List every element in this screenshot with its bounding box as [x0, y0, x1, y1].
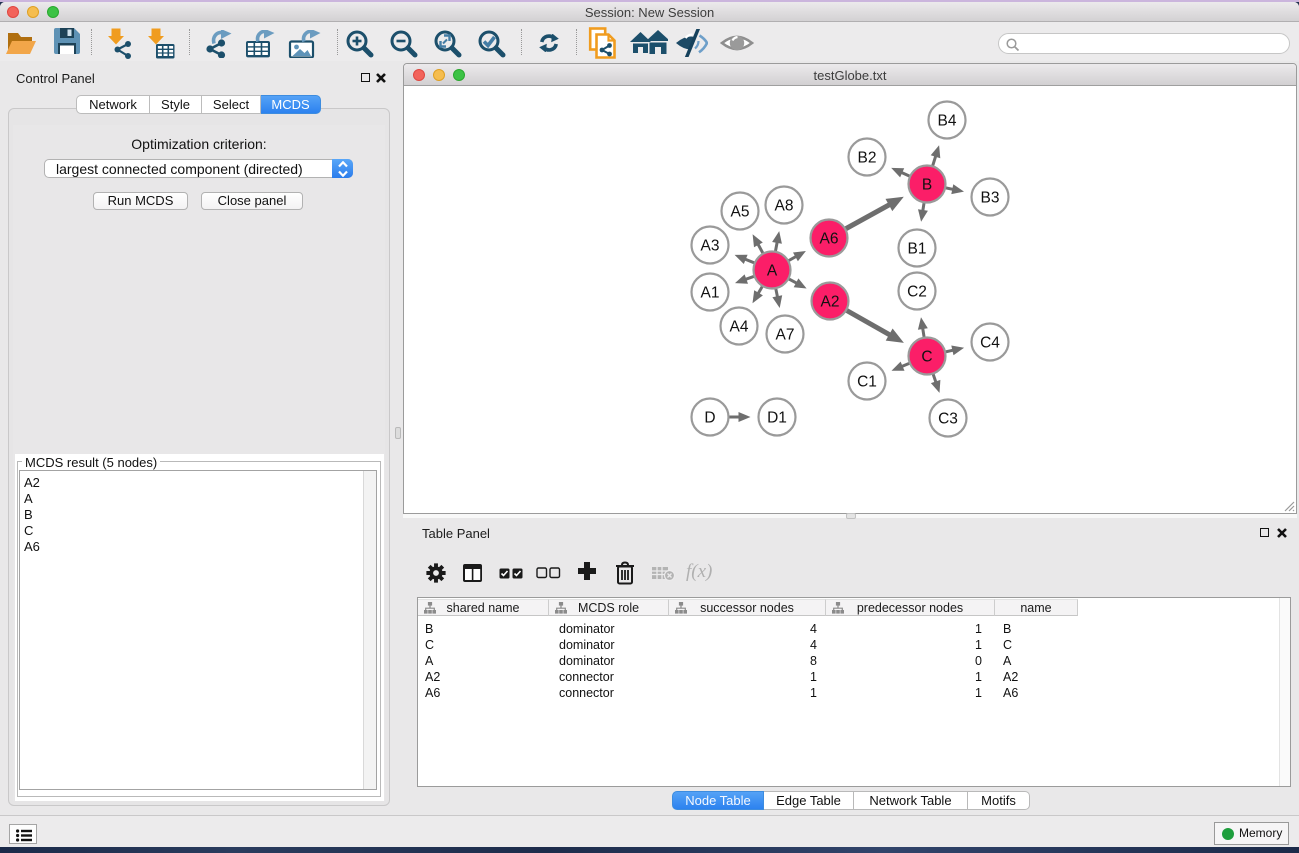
svg-text:C3: C3 [938, 411, 958, 428]
svg-text:A3: A3 [701, 238, 720, 255]
svg-text:B1: B1 [908, 241, 927, 258]
svg-text:A4: A4 [730, 319, 749, 336]
svg-text:C2: C2 [907, 284, 927, 301]
svg-text:D1: D1 [767, 410, 787, 427]
svg-text:A: A [767, 263, 778, 280]
svg-text:C: C [921, 349, 932, 366]
svg-text:A8: A8 [775, 198, 794, 215]
svg-text:A1: A1 [701, 285, 720, 302]
svg-text:C1: C1 [857, 374, 877, 391]
svg-text:D: D [704, 410, 715, 427]
svg-text:A7: A7 [776, 327, 795, 344]
svg-text:B2: B2 [858, 150, 877, 167]
svg-text:C4: C4 [980, 335, 1000, 352]
svg-text:B4: B4 [938, 113, 957, 130]
svg-text:A5: A5 [731, 204, 750, 221]
svg-text:B: B [922, 177, 932, 194]
svg-text:A2: A2 [821, 294, 840, 311]
svg-text:B3: B3 [981, 190, 1000, 207]
svg-text:A6: A6 [820, 231, 839, 248]
